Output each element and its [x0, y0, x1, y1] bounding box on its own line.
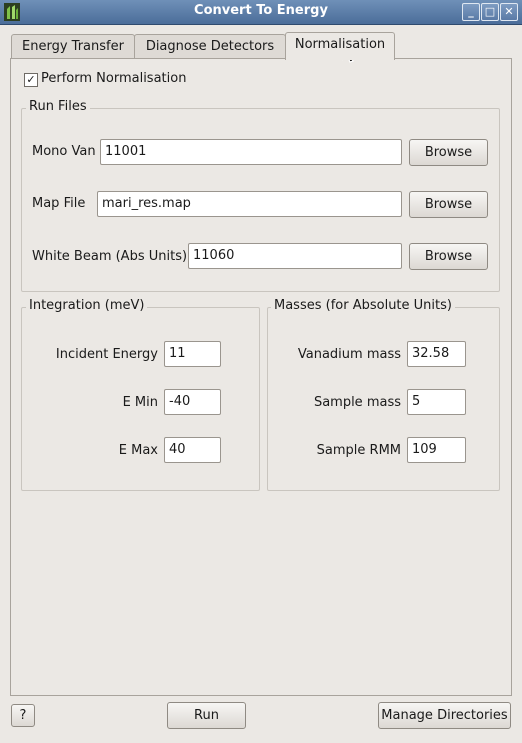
incident-energy-label: Incident Energy: [55, 347, 158, 362]
vanadium-mass-label: Vanadium mass: [297, 347, 401, 362]
e-min-input[interactable]: -40: [164, 389, 221, 415]
mono-van-browse-button[interactable]: Browse: [409, 139, 488, 166]
integration-title: Integration (meV): [26, 298, 148, 313]
mono-van-label: Mono Van: [32, 144, 96, 159]
mono-van-input[interactable]: 11001: [100, 139, 402, 165]
run-button[interactable]: Run: [167, 702, 246, 729]
e-min-label: E Min: [122, 395, 158, 410]
sample-mass-input[interactable]: 5: [407, 389, 466, 415]
e-max-input[interactable]: 40: [164, 437, 221, 463]
tab-diagnose-detectors[interactable]: Diagnose Detectors: [134, 34, 286, 59]
minimize-button[interactable]: _: [462, 3, 480, 21]
tab-normalisation[interactable]: Normalisation: [285, 32, 395, 60]
e-max-label: E Max: [118, 443, 158, 458]
manage-directories-button[interactable]: Manage Directories: [378, 702, 511, 729]
map-file-input[interactable]: mari_res.map: [97, 191, 402, 217]
map-file-label: Map File: [32, 196, 86, 211]
incident-energy-input[interactable]: 11: [164, 341, 221, 367]
masses-title: Masses (for Absolute Units): [271, 298, 455, 313]
run-files-title: Run Files: [26, 99, 90, 114]
sample-mass-label: Sample mass: [313, 395, 401, 410]
white-beam-label: White Beam (Abs Units): [32, 249, 188, 264]
white-beam-browse-button[interactable]: Browse: [409, 243, 488, 270]
perform-normalisation-label[interactable]: Perform Normalisation: [41, 71, 186, 86]
vanadium-mass-input[interactable]: 32.58: [407, 341, 466, 367]
maximize-button[interactable]: □: [481, 3, 499, 21]
white-beam-input[interactable]: 11060: [188, 243, 402, 269]
window-title: Convert To Energy: [194, 3, 328, 18]
tab-energy-transfer[interactable]: Energy Transfer: [11, 34, 135, 59]
map-file-browse-button[interactable]: Browse: [409, 191, 488, 218]
sample-rmm-label: Sample RMM: [316, 443, 401, 458]
sample-rmm-input[interactable]: 109: [407, 437, 466, 463]
perform-normalisation-checkbox[interactable]: ✓: [24, 73, 38, 87]
help-button[interactable]: ?: [11, 704, 35, 727]
close-button[interactable]: ✕: [500, 3, 518, 21]
title-bar: Convert To Energy _ □ ✕: [0, 0, 522, 25]
